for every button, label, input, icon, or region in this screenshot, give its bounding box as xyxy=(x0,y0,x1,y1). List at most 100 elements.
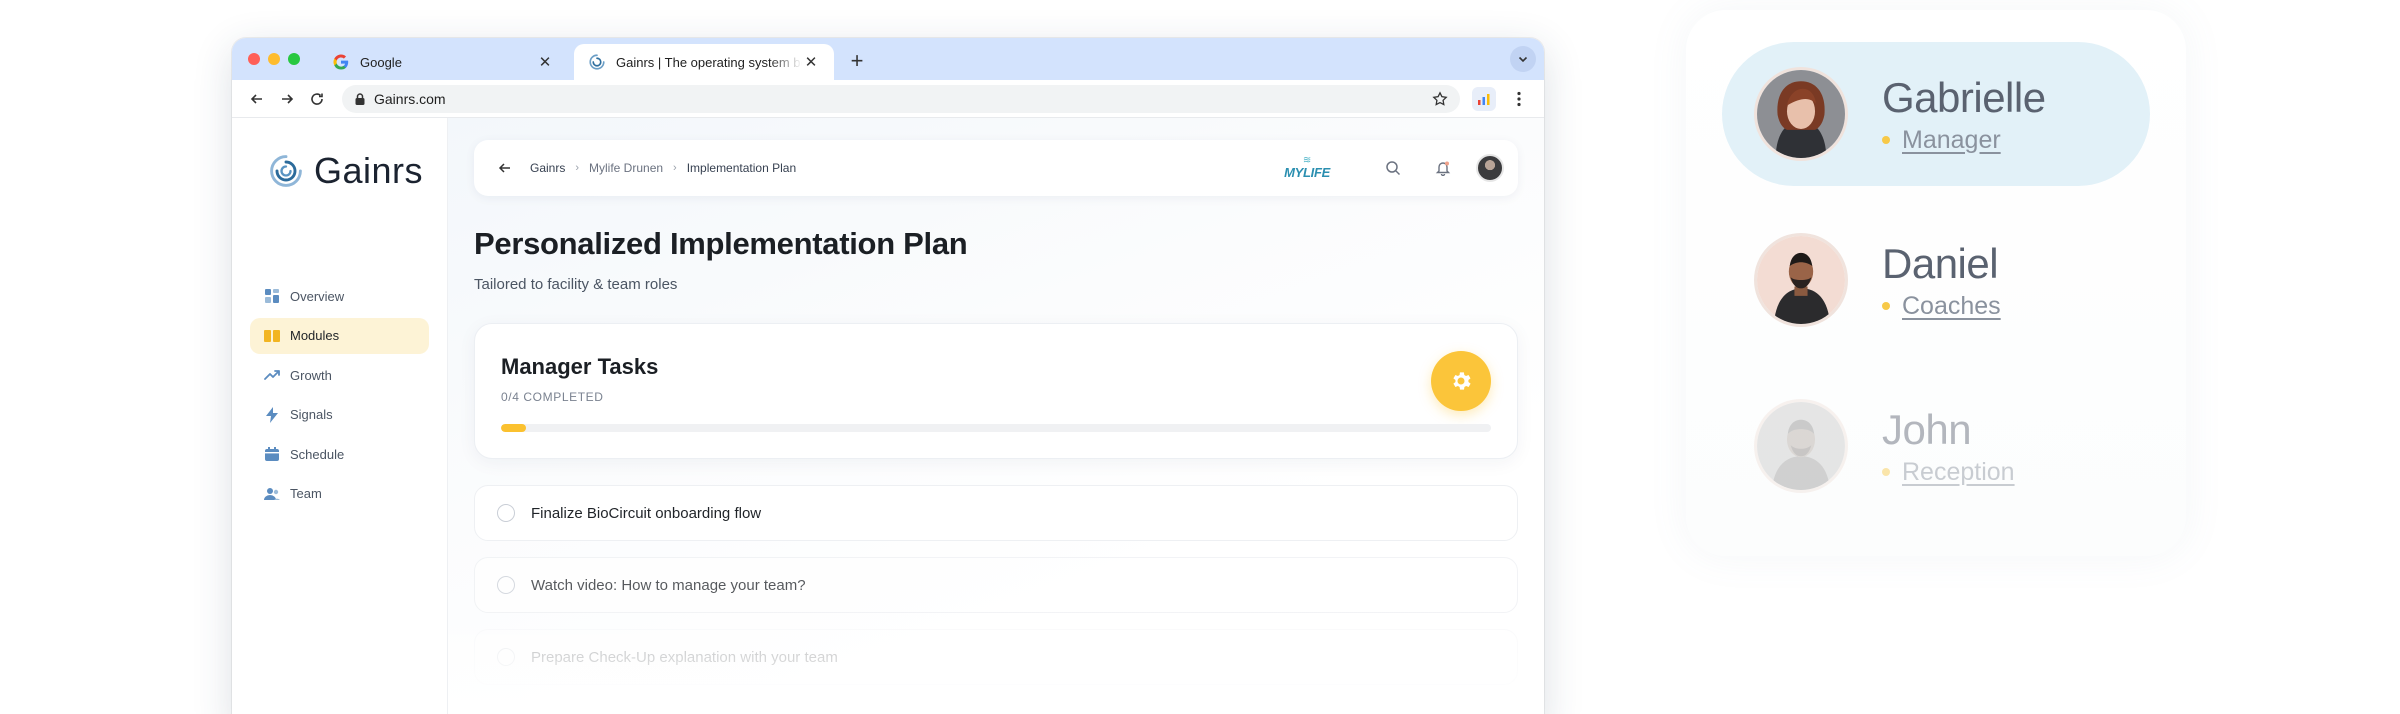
sidebar-item-growth[interactable]: Growth xyxy=(250,357,429,393)
browser-toolbar: Gainrs.com xyxy=(232,80,1544,118)
bell-icon xyxy=(1435,161,1451,176)
tab-gainrs[interactable]: Gainrs | The operating system behind ✕ xyxy=(574,44,834,80)
role-label[interactable]: Coaches xyxy=(1902,292,2001,321)
arrow-right-icon xyxy=(282,93,294,104)
tab-google[interactable]: Google ✕ xyxy=(318,44,568,80)
role-person-name: Gabrielle xyxy=(1882,73,2046,121)
role-label[interactable]: Reception xyxy=(1902,458,2015,487)
role-card-daniel[interactable]: Daniel Coaches xyxy=(1722,208,2150,352)
back-arrow-icon[interactable] xyxy=(498,161,512,175)
task-checkbox[interactable] xyxy=(497,576,515,594)
settings-button[interactable] xyxy=(1431,351,1491,411)
tab-title: Gainrs | The operating system behind xyxy=(616,54,802,70)
team-icon xyxy=(264,486,280,502)
task-item[interactable]: Finalize BioCircuit onboarding flow xyxy=(474,485,1518,541)
browser-menu-button[interactable] xyxy=(1504,84,1534,114)
lock-icon xyxy=(354,92,366,106)
grid-icon xyxy=(264,288,280,304)
google-icon xyxy=(333,54,349,70)
chevron-right-icon: › xyxy=(575,162,580,174)
top-bar: Gainrs › Mylife Drunen › Implementation … xyxy=(474,140,1518,196)
gainrs-logo-icon xyxy=(270,155,302,187)
extension-icon[interactable] xyxy=(1472,86,1496,111)
role-info: Gabrielle Manager xyxy=(1882,74,2046,155)
role-card-john[interactable]: John Reception xyxy=(1722,374,2150,518)
sidebar-item-label: Schedule xyxy=(290,446,345,462)
sidebar-item-modules[interactable]: Modules xyxy=(250,317,429,354)
search-button[interactable] xyxy=(1376,160,1410,176)
window-controls xyxy=(248,53,300,65)
sidebar-item-label: Signals xyxy=(290,407,333,422)
bookmark-star-icon[interactable] xyxy=(1432,90,1448,107)
close-window-button[interactable] xyxy=(248,53,260,65)
brand-logo[interactable]: Gainrs xyxy=(232,150,447,192)
maximize-window-button[interactable] xyxy=(288,53,300,65)
task-label: Watch video: How to manage your team? xyxy=(531,576,806,594)
sidebar-item-label: Modules xyxy=(290,328,340,343)
new-tab-button[interactable]: + xyxy=(844,48,870,74)
avatar-gabrielle xyxy=(1754,67,1848,161)
back-button[interactable] xyxy=(242,84,272,114)
role-info: John Reception xyxy=(1882,406,2015,487)
progress-bar xyxy=(501,424,1491,432)
browser-window: Google ✕ Gainrs | The operating system b… xyxy=(232,38,1544,714)
role-label[interactable]: Manager xyxy=(1902,126,2001,155)
sidebar-item-overview[interactable]: Overview xyxy=(250,278,429,314)
page-title: Personalized Implementation Plan xyxy=(474,226,968,261)
sidebar-item-schedule[interactable]: Schedule xyxy=(250,436,429,472)
sidebar-item-label: Growth xyxy=(290,367,332,383)
role-person-name: John xyxy=(1882,405,1972,453)
notifications-button[interactable] xyxy=(1426,160,1460,176)
task-checkbox[interactable] xyxy=(497,504,515,522)
partner-logo: ≋ MYLIFE xyxy=(1284,155,1330,180)
sidebar-item-signals[interactable]: Signals xyxy=(250,397,429,433)
task-item[interactable]: Prepare Check-Up explanation with your t… xyxy=(474,629,1518,685)
minimize-window-button[interactable] xyxy=(268,53,280,65)
task-checkbox[interactable] xyxy=(497,648,515,666)
breadcrumb-item[interactable]: Mylife Drunen xyxy=(589,161,663,175)
sidebar-item-label: Team xyxy=(290,486,322,501)
status-dot-icon xyxy=(1882,468,1890,476)
brand-name: Gainrs xyxy=(314,150,424,191)
role-card-gabrielle[interactable]: Gabrielle Manager xyxy=(1722,42,2150,186)
gainrs-logo-icon xyxy=(589,54,605,70)
task-count: 0/4 COMPLETED xyxy=(501,390,604,404)
chevron-down-icon xyxy=(1518,56,1528,63)
avatar-daniel xyxy=(1754,233,1848,327)
breadcrumb: Gainrs › Mylife Drunen › Implementation … xyxy=(498,161,1284,175)
breadcrumb-item-current: Implementation Plan xyxy=(686,161,797,175)
reload-icon xyxy=(311,92,323,105)
forward-button[interactable] xyxy=(272,84,302,114)
tab-bar: Google ✕ Gainrs | The operating system b… xyxy=(232,38,1544,80)
reload-button[interactable] xyxy=(302,84,332,114)
task-card: Manager Tasks 0/4 COMPLETED xyxy=(474,323,1518,459)
gear-icon xyxy=(1453,372,1471,390)
main-content: Gainrs › Mylife Drunen › Implementation … xyxy=(448,118,1544,714)
progress-fill xyxy=(501,424,526,432)
role-tag: Reception xyxy=(1882,458,2015,487)
task-label: Prepare Check-Up explanation with your t… xyxy=(531,648,838,666)
breadcrumb-item[interactable]: Gainrs xyxy=(530,161,565,175)
sidebar-item-team[interactable]: Team xyxy=(250,476,429,512)
sidebar-nav: Overview Modules Growth Signals Schedule… xyxy=(250,278,429,515)
sidebar-item-label: Overview xyxy=(290,288,345,304)
avatar[interactable] xyxy=(1476,154,1504,182)
search-icon xyxy=(1386,161,1401,176)
more-vertical-icon xyxy=(1517,91,1521,106)
status-dot-icon xyxy=(1882,302,1890,310)
tab-search-button[interactable] xyxy=(1510,46,1536,72)
task-label: Finalize BioCircuit onboarding flow xyxy=(531,504,762,522)
role-tag: Manager xyxy=(1882,126,2046,155)
role-person-name: Daniel xyxy=(1882,239,1999,287)
partner-logo-text: MYLIFE xyxy=(1284,164,1330,180)
calendar-icon xyxy=(264,446,280,462)
address-bar[interactable]: Gainrs.com xyxy=(342,84,1460,113)
task-item[interactable]: Watch video: How to manage your team? xyxy=(474,557,1518,613)
chevron-right-icon: › xyxy=(673,162,677,174)
page-subtitle: Tailored to facility & team roles xyxy=(474,276,678,293)
avatar-john xyxy=(1754,399,1848,493)
app-body: Gainrs Overview Modules Growth Signals S… xyxy=(232,118,1544,714)
close-tab-icon[interactable]: ✕ xyxy=(536,53,554,71)
role-info: Daniel Coaches xyxy=(1882,240,2001,321)
close-tab-icon[interactable]: ✕ xyxy=(802,53,820,71)
